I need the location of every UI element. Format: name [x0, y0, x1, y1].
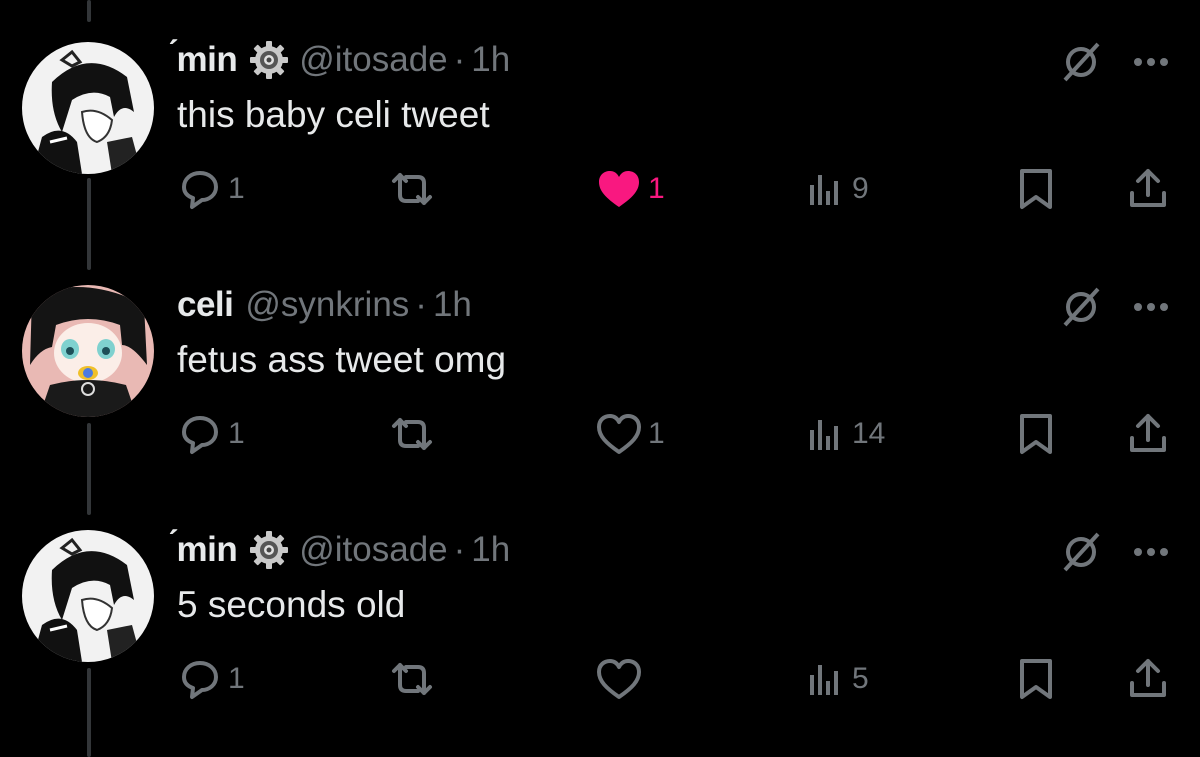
tweet-header: ́min @itosade · 1h	[177, 37, 510, 83]
repost-button[interactable]	[388, 655, 442, 703]
repost-button[interactable]	[388, 410, 442, 458]
separator-dot: ·	[453, 40, 466, 79]
tweet-header: celi @synkrins · 1h	[177, 282, 472, 328]
tweet[interactable]: ́min @itosade · 1h	[0, 0, 1200, 245]
like-count: 1	[648, 417, 665, 450]
like-button[interactable]: 1	[596, 410, 665, 458]
heart-filled-icon	[596, 167, 642, 211]
views-icon	[806, 412, 846, 456]
handle[interactable]: @synkrins	[245, 285, 409, 325]
tweet[interactable]: ́min @itosade · 1h	[0, 490, 1200, 735]
grok-icon[interactable]	[1060, 531, 1102, 573]
separator-dot: ·	[453, 530, 466, 569]
handle[interactable]: @itosade	[299, 530, 447, 570]
grok-icon[interactable]	[1060, 286, 1102, 328]
gear-badge-icon	[249, 530, 289, 570]
more-options-icon[interactable]	[1132, 300, 1170, 312]
reply-icon	[178, 167, 222, 211]
views-icon	[806, 657, 846, 701]
share-icon	[1126, 167, 1170, 211]
share-button[interactable]	[1126, 410, 1170, 458]
repost-icon	[388, 412, 436, 456]
avatar[interactable]	[22, 285, 154, 417]
tweet[interactable]: celi @synkrins · 1h fetus ass tweet omg …	[0, 245, 1200, 490]
repost-button[interactable]	[388, 165, 442, 213]
bookmark-icon	[1016, 167, 1056, 211]
share-icon	[1126, 657, 1170, 701]
share-button[interactable]	[1126, 655, 1170, 703]
more-options-icon[interactable]	[1132, 55, 1170, 67]
share-icon	[1126, 412, 1170, 456]
bookmark-button[interactable]	[1016, 655, 1056, 703]
like-count: 1	[648, 172, 665, 205]
tweet-text: 5 seconds old	[177, 584, 406, 625]
views-count: 5	[852, 662, 869, 695]
heart-icon	[596, 412, 642, 456]
tweet-actions: 1 5	[0, 655, 1200, 703]
display-name[interactable]: celi	[177, 285, 234, 325]
bookmark-icon	[1016, 657, 1056, 701]
like-button[interactable]: 1	[596, 165, 665, 213]
reply-count: 1	[228, 662, 245, 695]
reply-button[interactable]: 1	[178, 655, 245, 703]
bookmark-button[interactable]	[1016, 165, 1056, 213]
views-icon	[806, 167, 846, 211]
tweet-header: ́min @itosade · 1h	[177, 527, 510, 573]
handle[interactable]: @itosade	[299, 40, 447, 80]
views-count: 14	[852, 417, 886, 450]
repost-icon	[388, 167, 436, 211]
timestamp[interactable]: 1h	[471, 530, 510, 570]
grok-icon[interactable]	[1060, 41, 1102, 83]
gear-badge-icon	[249, 40, 289, 80]
display-name[interactable]: ́min	[177, 530, 238, 570]
bookmark-icon	[1016, 412, 1056, 456]
separator-dot: ·	[415, 285, 427, 324]
more-options-icon[interactable]	[1132, 545, 1170, 557]
like-button[interactable]	[596, 655, 648, 703]
views-button[interactable]: 14	[806, 410, 885, 458]
tweet-text: this baby celi tweet	[177, 94, 490, 135]
heart-icon	[596, 657, 642, 701]
views-count: 9	[852, 172, 869, 205]
views-button[interactable]: 9	[806, 165, 869, 213]
reply-button[interactable]: 1	[178, 410, 245, 458]
reply-count: 1	[228, 172, 245, 205]
tweet-text: fetus ass tweet omg	[177, 339, 507, 380]
share-button[interactable]	[1126, 165, 1170, 213]
reply-count: 1	[228, 417, 245, 450]
repost-icon	[388, 657, 436, 701]
reply-button[interactable]: 1	[178, 165, 245, 213]
bookmark-button[interactable]	[1016, 410, 1056, 458]
avatar[interactable]	[22, 530, 154, 662]
timestamp[interactable]: 1h	[433, 285, 472, 325]
tweet-actions: 1 1	[0, 410, 1200, 458]
reply-icon	[178, 412, 222, 456]
timestamp[interactable]: 1h	[471, 40, 510, 80]
views-button[interactable]: 5	[806, 655, 869, 703]
display-name[interactable]: ́min	[177, 40, 238, 80]
avatar[interactable]	[22, 42, 154, 174]
reply-icon	[178, 657, 222, 701]
tweet-actions: 1 1	[0, 165, 1200, 213]
